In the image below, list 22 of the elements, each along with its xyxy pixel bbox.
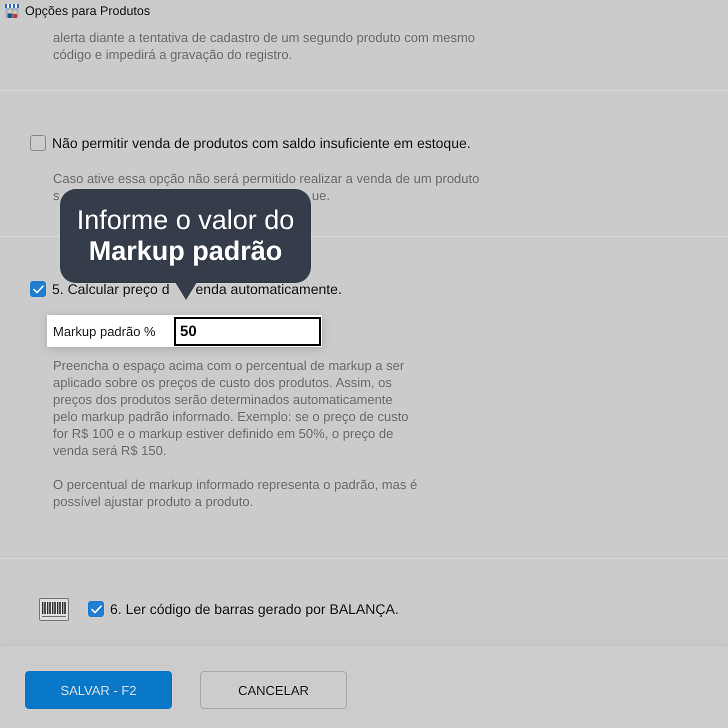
markup-input[interactable]: 50 (174, 316, 321, 346)
window-title: Opções para Produtos (25, 4, 150, 18)
description-fragment: ue. (312, 187, 330, 204)
option-description: O percentual de markup informado representa o padrão, mas é possível ajustar produto a produto. (53, 476, 418, 510)
barcode-icon (39, 598, 69, 620)
tooltip-text: Informe o valor do Markup padrão (76, 205, 296, 267)
store-icon (4, 3, 20, 19)
checkbox[interactable] (88, 601, 104, 617)
description-fragment: s (53, 187, 60, 204)
checkmark-icon (90, 604, 102, 614)
checkbox-label: 6. Ler código de barras gerado por BALANÇA. (110, 600, 399, 618)
checkbox[interactable] (30, 281, 46, 297)
option-description: alerta diante a tentativa de cadastro de um segundo produto com mesmo código e impedirá a gravação do registro. (53, 29, 476, 63)
option-description: Preencha o espaço acima com o percentual de markup a ser aplicado sobre os preços de custo dos produtos. Assim, os preços dos produtos serão determinados automaticamente pelo markup padrão informado. Exemplo: se o preço de custo for R$ 100 e o markup estiver definido em 50%, o preço de venda será R$ 150. (53, 357, 410, 459)
option-description: Caso ative essa opção não será permitido realizar a venda de um produto (53, 170, 480, 187)
checkbox[interactable] (30, 135, 46, 151)
checkbox-label: 5. Calcular preço d (52, 280, 170, 298)
cancel-button[interactable]: CANCELAR (200, 671, 347, 709)
checkmark-icon (32, 284, 44, 294)
checkbox-label: Não permitir venda de produtos com saldo insuficiente em estoque. (52, 134, 471, 152)
field-label: Markup padrão % (53, 324, 157, 338)
checkbox-label: enda automaticamente. (196, 280, 342, 298)
